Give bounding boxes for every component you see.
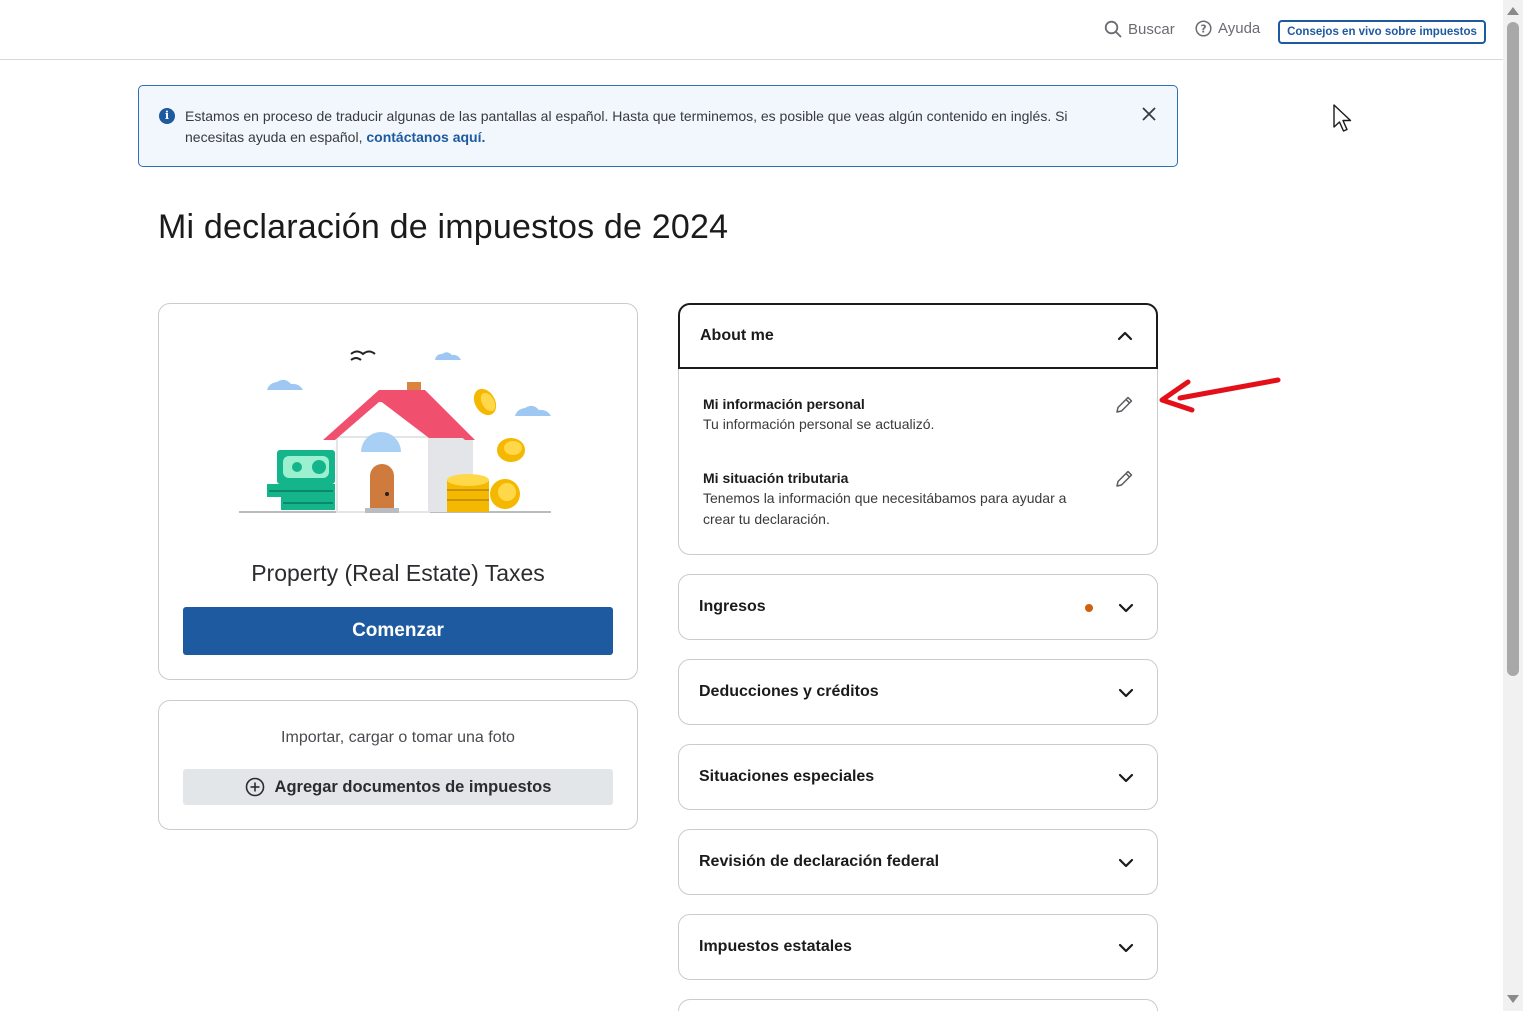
tax-situation-desc: Tenemos la información que necesitábamos… — [703, 490, 1067, 527]
red-annotation-arrow-icon — [1159, 377, 1281, 413]
banner-message: Estamos en proceso de traducir algunas d… — [185, 108, 1068, 145]
edit-pencil-icon[interactable] — [1113, 394, 1135, 416]
scrollbar-thumb[interactable] — [1507, 22, 1519, 676]
edit-pencil-icon[interactable] — [1113, 468, 1135, 490]
federal-review-label: Revisión de declaración federal — [699, 853, 940, 870]
about-me-title: About me — [700, 327, 774, 344]
search-icon — [1104, 20, 1122, 38]
add-tax-documents-label: Agregar documentos de impuestos — [274, 777, 552, 796]
card-title: Property (Real Estate) Taxes — [251, 560, 545, 586]
chevron-down-icon — [1118, 688, 1134, 698]
tax-situation-title: Mi situación tributaria — [703, 470, 849, 486]
federal-review-accordion[interactable]: Revisión de declaración federal — [678, 829, 1158, 895]
next-accordion-partial[interactable] — [678, 999, 1158, 1011]
scroll-down-arrow-icon[interactable] — [1507, 995, 1519, 1003]
income-label: Ingresos — [699, 598, 766, 615]
personal-info-row: Mi información personal Tu información p… — [703, 394, 1143, 435]
scroll-up-arrow-icon[interactable] — [1507, 7, 1519, 15]
status-dot — [1085, 604, 1093, 612]
about-me-header[interactable]: About me — [678, 303, 1158, 369]
svg-text:?: ? — [1200, 23, 1206, 35]
page-title: Mi declaración de impuestos de 2024 — [158, 208, 729, 246]
search-label: Buscar — [1128, 20, 1175, 38]
translation-notice-banner: i Estamos en proceso de traducir algunas… — [138, 85, 1178, 167]
mouse-cursor-icon — [1333, 104, 1352, 132]
close-icon[interactable] — [1139, 104, 1159, 124]
income-accordion[interactable]: Ingresos — [678, 574, 1158, 640]
deductions-credits-accordion[interactable]: Deducciones y créditos — [678, 659, 1158, 725]
state-taxes-accordion[interactable]: Impuestos estatales — [678, 914, 1158, 980]
add-tax-documents-button[interactable]: Agregar documentos de impuestos — [183, 769, 613, 805]
help-label: Ayuda — [1218, 20, 1261, 37]
vertical-scrollbar[interactable] — [1503, 0, 1523, 1011]
contact-us-link[interactable]: contáctanos aquí. — [366, 129, 485, 145]
add-circle-icon — [245, 777, 264, 797]
help-icon: ? — [1195, 20, 1212, 37]
personal-info-desc: Tu información personal se actualizó. — [703, 416, 935, 432]
start-button[interactable]: Comenzar — [183, 607, 613, 655]
banner-text: Estamos en proceso de traducir algunas d… — [185, 106, 1115, 148]
about-me-accordion: About me Mi información personal Tu info… — [678, 303, 1158, 555]
tax-situation-row: Mi situación tributaria Tenemos la infor… — [703, 468, 1143, 530]
property-taxes-card: Property (Real Estate) Taxes Comenzar — [158, 303, 638, 680]
chevron-up-icon — [1117, 331, 1133, 341]
special-situations-accordion[interactable]: Situaciones especiales — [678, 744, 1158, 810]
top-bar: Buscar ? Ayuda Consejos en vivo sobre im… — [0, 0, 1503, 60]
chevron-down-icon — [1118, 603, 1134, 613]
info-icon: i — [159, 108, 175, 124]
personal-info-title: Mi información personal — [703, 396, 865, 412]
import-documents-card: Importar, cargar o tomar una foto Agrega… — [158, 700, 638, 830]
special-situations-label: Situaciones especiales — [699, 768, 875, 785]
help-button[interactable]: ? Ayuda — [1195, 20, 1260, 37]
chevron-down-icon — [1118, 858, 1134, 868]
chevron-down-icon — [1118, 943, 1134, 953]
deductions-credits-label: Deducciones y créditos — [699, 683, 879, 700]
house-money-illustration — [239, 350, 551, 513]
import-label: Importar, cargar o tomar una foto — [281, 729, 515, 746]
live-tax-advice-button[interactable]: Consejos en vivo sobre impuestos — [1278, 20, 1486, 44]
chevron-down-icon — [1118, 773, 1134, 783]
state-taxes-label: Impuestos estatales — [699, 938, 852, 955]
search-button[interactable]: Buscar — [1104, 20, 1175, 38]
